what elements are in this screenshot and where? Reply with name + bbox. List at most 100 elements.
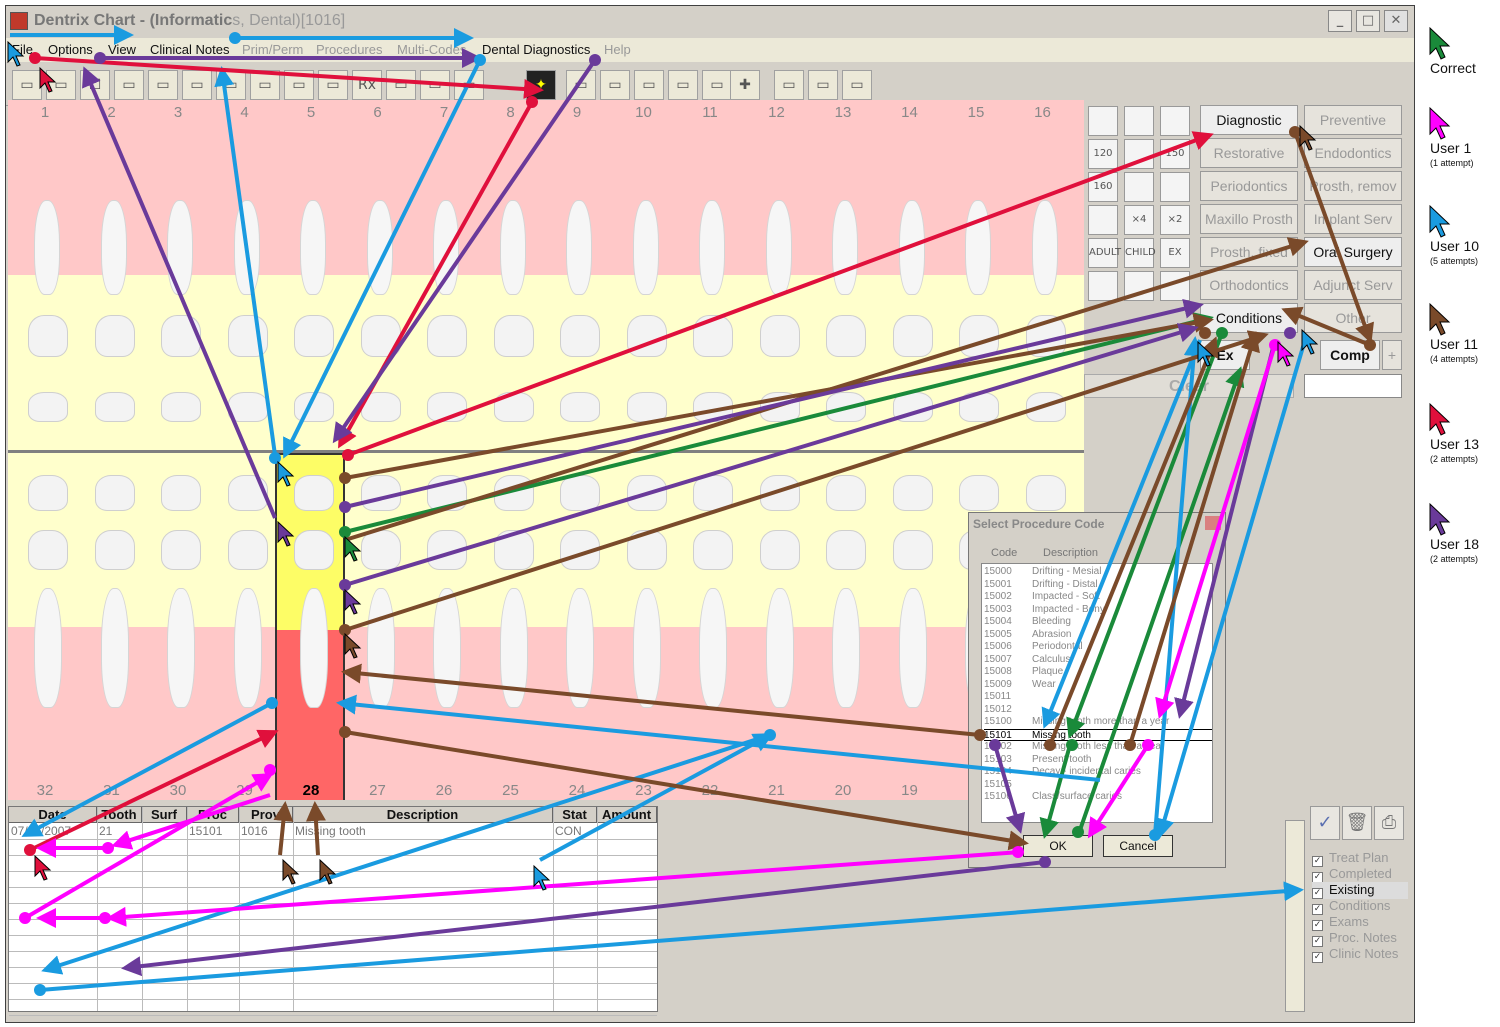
upper-tooth-crown[interactable] bbox=[959, 315, 999, 357]
procedure-code-row[interactable]: 15004 Bleeding bbox=[984, 616, 1212, 628]
category-orthodontics[interactable]: Orthodontics bbox=[1200, 270, 1298, 300]
procedure-icon-button[interactable] bbox=[1088, 205, 1118, 235]
menu-view[interactable]: View bbox=[108, 42, 136, 57]
category-prosth-fixed[interactable]: Prosth, fixed bbox=[1200, 237, 1298, 267]
category-endodontics[interactable]: Endodontics bbox=[1304, 138, 1402, 168]
category-oral-surgery[interactable]: Oral Surgery bbox=[1304, 237, 1402, 267]
lower-tooth-crown[interactable] bbox=[161, 475, 201, 511]
upper-tooth-occlusal[interactable] bbox=[28, 392, 68, 422]
upper-tooth-crown[interactable] bbox=[28, 315, 68, 357]
menu-dental-diagnostics[interactable]: Dental Diagnostics bbox=[482, 42, 590, 57]
col-surf[interactable]: Surf bbox=[142, 807, 187, 823]
procedure-code-list[interactable]: 15000 Drifting - Mesial 15001 Drifting - Di… bbox=[981, 563, 1213, 823]
procedure-code-row[interactable]: 15007 Calculus bbox=[984, 654, 1212, 666]
procedure-code-row[interactable]: 15012 bbox=[984, 704, 1212, 716]
upper-tooth-root[interactable] bbox=[765, 200, 792, 295]
category-other[interactable]: Other bbox=[1304, 303, 1402, 333]
col-stat[interactable]: Stat bbox=[553, 807, 597, 823]
procedure-code-row[interactable]: 15002 Impacted - Soft bbox=[984, 591, 1212, 603]
tooth-number[interactable]: 2 bbox=[97, 104, 127, 121]
procedure-icon-button[interactable] bbox=[1124, 106, 1154, 136]
filter-conditions[interactable]: ✓ Conditions bbox=[1312, 898, 1390, 915]
lower-tooth-crown[interactable] bbox=[892, 475, 933, 511]
ex-button[interactable]: Ex bbox=[1200, 340, 1250, 370]
upper-tooth-crown[interactable] bbox=[759, 315, 800, 357]
tooth-number[interactable]: 8 bbox=[496, 104, 526, 121]
toolbar-button[interactable]: ▭ bbox=[634, 70, 664, 100]
upper-tooth-occlusal[interactable] bbox=[493, 392, 534, 422]
lower-tooth-occlusal[interactable] bbox=[360, 530, 401, 570]
toolbar-button[interactable]: ▭ bbox=[420, 70, 450, 100]
upper-tooth-root[interactable] bbox=[566, 200, 592, 295]
lower-tooth-occlusal[interactable] bbox=[759, 530, 800, 570]
tooth-number[interactable]: 10 bbox=[629, 104, 659, 121]
minimize-button[interactable]: _ bbox=[1328, 10, 1352, 32]
upper-tooth-occlusal[interactable] bbox=[826, 392, 866, 422]
toolbar-button[interactable]: ▭ bbox=[386, 70, 416, 100]
lower-tooth-root[interactable] bbox=[300, 588, 328, 708]
upper-tooth-root[interactable] bbox=[167, 200, 193, 295]
procedure-icon-button[interactable] bbox=[1160, 172, 1190, 202]
tooth-number[interactable]: 3 bbox=[163, 104, 193, 121]
lower-tooth-crown[interactable] bbox=[294, 475, 334, 511]
toolbar-button[interactable]: ▭ bbox=[318, 70, 348, 100]
lower-tooth-occlusal[interactable] bbox=[427, 530, 467, 570]
procedure-field[interactable] bbox=[1304, 374, 1402, 398]
upper-tooth-root[interactable] bbox=[699, 200, 725, 295]
trash-icon[interactable]: 🗑 bbox=[1342, 806, 1372, 840]
lower-tooth-crown[interactable] bbox=[28, 475, 68, 511]
lower-tooth-occlusal[interactable] bbox=[693, 530, 733, 570]
lower-tooth-crown[interactable] bbox=[759, 475, 800, 511]
upper-tooth-occlusal[interactable] bbox=[94, 392, 135, 422]
checkmark-icon[interactable]: ✓ bbox=[1310, 806, 1340, 840]
procedure-code-row[interactable]: 15102 Missing tooth less than a year bbox=[984, 741, 1212, 753]
tooth-number[interactable]: 29 bbox=[230, 782, 260, 799]
upper-tooth-crown[interactable] bbox=[626, 315, 667, 357]
lower-tooth-occlusal[interactable] bbox=[161, 530, 201, 570]
cancel-button[interactable]: Cancel bbox=[1103, 835, 1173, 857]
lower-tooth-root[interactable] bbox=[100, 588, 129, 708]
lower-tooth-root[interactable] bbox=[167, 588, 195, 708]
upper-tooth-root[interactable] bbox=[1031, 200, 1058, 295]
tooth-number[interactable]: 27 bbox=[363, 782, 393, 799]
toolbar-button[interactable]: ▭ bbox=[250, 70, 280, 100]
lower-tooth-crown[interactable] bbox=[560, 475, 600, 511]
procedure-icon-button[interactable] bbox=[1124, 172, 1154, 202]
upper-tooth-root[interactable] bbox=[34, 200, 60, 295]
tooth-number[interactable]: 16 bbox=[1028, 104, 1058, 121]
toolbar-button[interactable]: ▭ bbox=[842, 70, 872, 100]
progress-notes-grid[interactable]: Date Tooth Surf Proc Prov Description St… bbox=[8, 806, 658, 1016]
tooth-number[interactable]: 9 bbox=[562, 104, 592, 121]
col-prov[interactable]: Prov bbox=[239, 807, 293, 823]
lower-tooth-occlusal[interactable] bbox=[493, 530, 534, 570]
lower-tooth-occlusal[interactable] bbox=[28, 530, 68, 570]
procedure-code-row[interactable]: 15000 Drifting - Mesial bbox=[984, 566, 1212, 578]
procedure-code-row[interactable]: 15008 Plaque bbox=[984, 666, 1212, 678]
toolbar-button[interactable]: ▭ bbox=[284, 70, 314, 100]
tooth-number[interactable]: 12 bbox=[762, 104, 792, 121]
upper-tooth-occlusal[interactable] bbox=[227, 392, 268, 422]
procedure-code-row[interactable]: 15011 bbox=[984, 691, 1212, 703]
upper-tooth-crown[interactable] bbox=[161, 315, 201, 357]
lower-tooth-occlusal[interactable] bbox=[294, 530, 334, 570]
procedure-code-row[interactable]: 15005 Abrasion bbox=[984, 629, 1212, 641]
category-conditions[interactable]: Conditions bbox=[1200, 303, 1298, 333]
lower-tooth-occlusal[interactable] bbox=[227, 530, 268, 570]
filter-existing[interactable]: ✓ Existing bbox=[1312, 882, 1408, 899]
procedure-icon-button[interactable] bbox=[1160, 271, 1190, 301]
toolbar-button[interactable]: ☐ bbox=[80, 70, 110, 100]
toolbar-button[interactable]: ▭ bbox=[668, 70, 698, 100]
filter-proc-notes[interactable]: ✓ Proc. Notes bbox=[1312, 930, 1397, 947]
upper-tooth-occlusal[interactable] bbox=[892, 392, 933, 422]
upper-tooth-occlusal[interactable] bbox=[294, 392, 334, 422]
procedure-code-row[interactable]: 15001 Drifting - Distal bbox=[984, 579, 1212, 591]
tooth-number[interactable]: 13 bbox=[828, 104, 858, 121]
col-date[interactable]: Date bbox=[9, 807, 97, 823]
lower-tooth-crown[interactable] bbox=[1025, 475, 1066, 511]
tooth-number[interactable]: 25 bbox=[496, 782, 526, 799]
tooth-number[interactable]: 20 bbox=[828, 782, 858, 799]
procedure-icon-button[interactable]: CHILD bbox=[1124, 238, 1156, 268]
lower-tooth-root[interactable] bbox=[366, 588, 395, 708]
lower-tooth-root[interactable] bbox=[632, 588, 661, 708]
tooth-number[interactable]: 15 bbox=[961, 104, 991, 121]
